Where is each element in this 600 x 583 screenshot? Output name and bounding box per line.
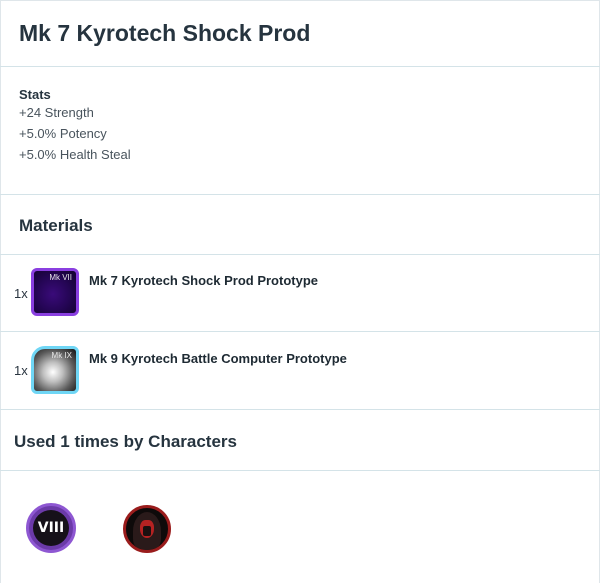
top-border — [0, 0, 600, 1]
divider — [0, 409, 600, 410]
material-quantity: 1x — [14, 363, 28, 378]
divider — [0, 66, 600, 67]
purple-gear-icon[interactable]: Mk VII — [31, 268, 79, 316]
used-by-heading: Used 1 times by Characters — [14, 432, 237, 451]
divider — [0, 331, 600, 332]
stat-strength: +24 Strength — [19, 105, 94, 120]
left-border — [0, 0, 1, 583]
item-title: Mk 7 Kyrotech Shock Prod — [19, 20, 311, 46]
material-quantity: 1x — [14, 286, 28, 301]
darth-revan-portrait-icon[interactable] — [123, 505, 171, 553]
gear-tier-label: Mk VII — [49, 273, 72, 282]
material-name[interactable]: Mk 9 Kyrotech Battle Computer Prototype — [89, 351, 347, 366]
materials-heading: Materials — [19, 216, 93, 235]
gear-tier-viii-icon[interactable]: VIII — [26, 503, 76, 553]
divider — [0, 470, 600, 471]
divider — [0, 194, 600, 195]
gear-tier-label: Mk IX — [51, 351, 72, 360]
material-name[interactable]: Mk 7 Kyrotech Shock Prod Prototype — [89, 273, 318, 288]
divider — [0, 254, 600, 255]
stat-potency: +5.0% Potency — [19, 126, 107, 141]
blue-gear-icon[interactable]: Mk IX — [31, 346, 79, 394]
stats-heading: Stats — [19, 87, 51, 102]
gear-tier-badge: VIII — [37, 520, 65, 536]
stat-health-steal: +5.0% Health Steal — [19, 147, 131, 162]
